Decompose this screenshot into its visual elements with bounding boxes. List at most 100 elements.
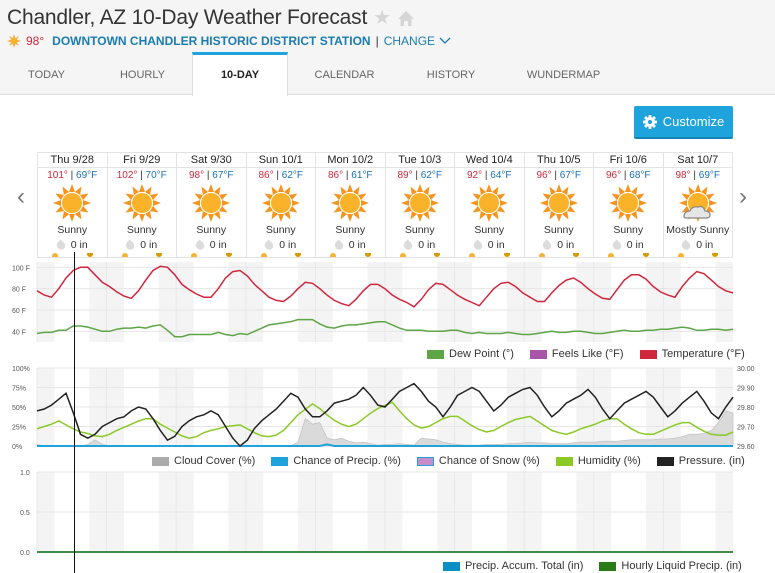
condition: Sunny (543, 224, 574, 236)
day-card[interactable]: Sat 10/7 98° | 69°F Mostly Sunny 0 in (663, 153, 733, 257)
day-temps: 86° | 62°F (258, 170, 303, 181)
legend-hourly-liquid[interactable]: Hourly Liquid Precip. (in) (599, 560, 742, 572)
day-name: Sat 9/30 (177, 153, 246, 168)
day-card[interactable]: Sun 10/1 86° | 62°F Sunny 0 in (246, 153, 316, 257)
y-tick-label: 0.5 (20, 510, 30, 517)
day-temps: 98° | 69°F (675, 170, 720, 181)
low-temp: 67°F (559, 170, 581, 181)
page-title: Chandler, AZ 10-Day Weather Forecast (7, 6, 368, 29)
sun-icon (247, 183, 316, 223)
sunset-icon (712, 253, 718, 257)
tab-10-day[interactable]: 10-DAY (192, 52, 288, 96)
high-temp: 96° (536, 170, 552, 181)
sunrise-icon (608, 253, 614, 257)
day-card[interactable]: Sat 9/30 98° | 67°F Sunny 0 in (177, 153, 247, 257)
day-temps: 101° | 69°F (47, 170, 98, 181)
precip-amount: 0 in (108, 238, 177, 252)
day-card[interactable]: Tue 10/3 89° | 62°F Sunny 0 in (385, 153, 455, 257)
high-temp: 86° (258, 170, 274, 181)
day-card[interactable]: Thu 10/5 96° | 67°F Sunny 0 in (524, 153, 594, 257)
day-card[interactable]: Wed 10/4 92° | 64°F Sunny 0 in (455, 153, 525, 257)
day-temps: 89° | 62°F (397, 170, 442, 181)
next-arrow-icon[interactable]: › (739, 183, 747, 211)
change-station-button[interactable]: CHANGE (384, 34, 435, 48)
tab-calendar[interactable]: CALENDAR (288, 52, 401, 94)
condition: Sunny (265, 224, 296, 236)
day-card[interactable]: Fri 9/29 102° | 70°F Sunny 0 in (107, 153, 177, 257)
day-name: Wed 10/4 (455, 153, 524, 168)
day-temps: 96° | 68°F (605, 170, 651, 181)
page-header: Chandler, AZ 10-Day Weather Forecast ★ 9… (0, 0, 775, 52)
tab-history[interactable]: HISTORY (401, 52, 501, 94)
legend-precip-accum[interactable]: Precip. Accum. Total (in) (443, 560, 583, 572)
raindrop-icon (402, 238, 415, 252)
day-card[interactable]: Mon 10/2 86° | 61°F Sunny 0 in (316, 153, 386, 257)
sun-icon (316, 183, 385, 223)
y-tick-label: 1.0 (20, 470, 30, 477)
day-temps: 102° | 70°F (116, 170, 167, 181)
partly-cloudy-icon (664, 183, 733, 223)
low-temp: 61°F (351, 170, 373, 181)
sunrise-icon (677, 253, 684, 257)
tab-hourly[interactable]: HOURLY (93, 52, 192, 94)
previous-arrow-icon[interactable]: ‹ (17, 183, 25, 211)
night-band (298, 262, 316, 342)
sunset-icon (295, 253, 301, 257)
high-temp: 98° (188, 170, 205, 181)
station-link[interactable]: DOWNTOWN CHANDLER HISTORIC DISTRICT STAT… (52, 34, 370, 48)
tab-wundermap[interactable]: WUNDERMAP (501, 52, 626, 94)
precip-amount: 0 in (525, 238, 594, 252)
y-tick-label: 80 F (12, 287, 26, 294)
sun-icon (386, 183, 455, 223)
sunrise-icon (191, 253, 197, 257)
night-band (593, 262, 612, 342)
precip-amount: 0 in (455, 238, 524, 252)
current-temperature: 98° (26, 34, 45, 48)
sunset-icon (573, 253, 579, 257)
condition: Sunny (474, 224, 505, 236)
precip-amount: 0 in (177, 238, 246, 252)
day-temps: 96° | 67°F (536, 170, 581, 181)
condition: Sunny (196, 224, 227, 236)
chevron-down-icon[interactable] (439, 37, 451, 45)
night-band (506, 262, 525, 342)
sun-icon (177, 183, 246, 223)
y-tick-label: 40 F (12, 329, 26, 336)
y-tick-label-left: 75% (12, 386, 26, 393)
low-temp: 70°F (145, 170, 167, 181)
sunrise-icon (330, 253, 336, 257)
y-tick-label: 100 F (12, 265, 30, 272)
sunrise-icon (121, 253, 128, 257)
raindrop-icon (541, 238, 554, 252)
temperature-chart: 100 F 80 F 60 F 40 F (12, 262, 734, 342)
sun-icon (525, 183, 594, 223)
sunset-icon (503, 253, 510, 257)
favorite-star-icon[interactable]: ★ (373, 8, 391, 28)
low-temp: 67°F (212, 170, 234, 181)
day-name: Fri 10/6 (594, 153, 663, 168)
high-temp: 92° (466, 170, 483, 181)
raindrop-icon (54, 238, 67, 252)
day-card[interactable]: Fri 10/6 96° | 68°F Sunny 0 in (594, 153, 664, 257)
sunset-icon (642, 253, 649, 257)
y-tick-label-left: 25% (12, 425, 26, 432)
humidity-pressure-chart: 100% 30.00 75% 29.90 50% 29.80 25% 29.70 0% 29.60 (12, 366, 755, 451)
raindrop-icon (680, 238, 693, 252)
night-band (176, 262, 194, 342)
y-tick-label-left: 50% (12, 405, 26, 412)
home-icon[interactable] (397, 10, 415, 27)
condition: Mostly Sunny (666, 224, 730, 236)
tab-today[interactable]: TODAY (0, 52, 93, 94)
sunrise-icon (399, 253, 406, 257)
gear-icon (642, 114, 657, 129)
low-temp: 69°F (76, 170, 98, 181)
sunrise-icon (52, 253, 58, 257)
raindrop-icon (263, 238, 276, 252)
high-temp: 101° (47, 170, 68, 181)
y-tick-label-right: 29.90 (737, 386, 755, 393)
sunrise-icon (469, 253, 475, 257)
day-card[interactable]: Thu 9/28 101° | 69°F Sunny 0 in (38, 153, 108, 257)
night-band (385, 262, 403, 342)
customize-button[interactable]: Customize (634, 106, 733, 139)
sun-icon (38, 183, 107, 223)
